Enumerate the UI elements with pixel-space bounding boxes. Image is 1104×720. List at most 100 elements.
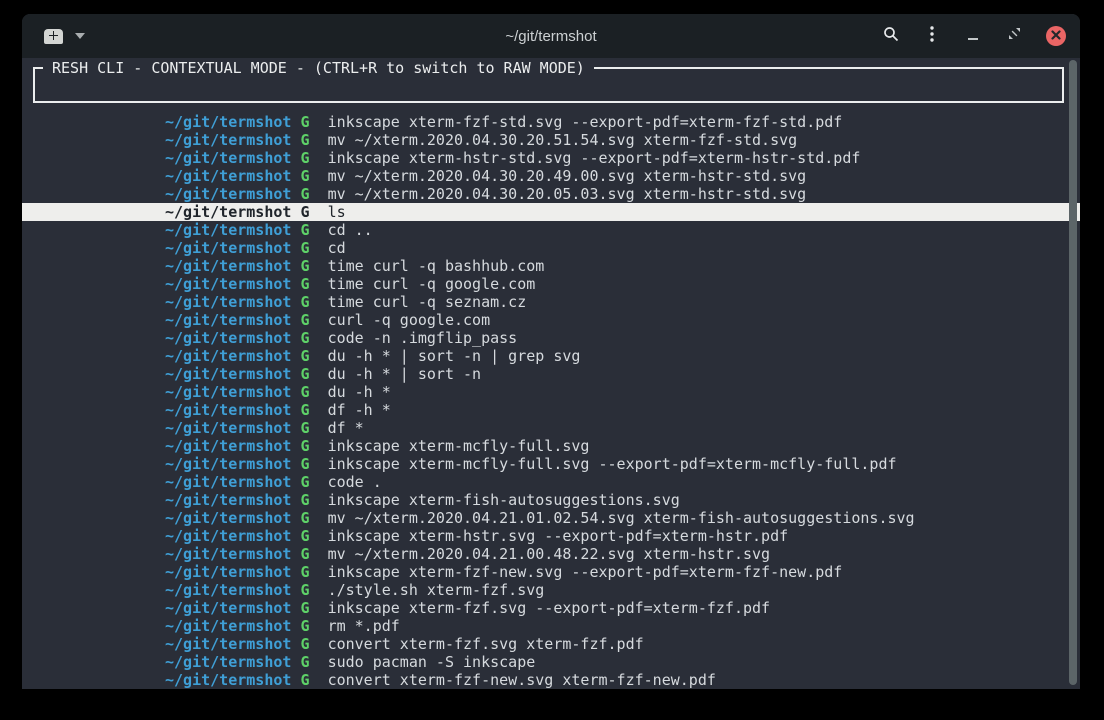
history-command: inkscape xterm-fzf-std.svg --export-pdf=… — [328, 113, 843, 131]
search-button[interactable] — [882, 27, 900, 45]
history-row[interactable]: ~/git/termshot G inkscape xterm-fzf-new.… — [22, 563, 1080, 581]
history-path: ~/git/termshot — [165, 653, 291, 671]
history-path: ~/git/termshot — [165, 275, 291, 293]
restore-button[interactable] — [1005, 27, 1023, 45]
history-row[interactable]: ~/git/termshot G mv ~/xterm.2020.04.30.2… — [22, 131, 1080, 149]
history-path: ~/git/termshot — [165, 509, 291, 527]
history-row[interactable]: ~/git/termshot G du -h * — [22, 383, 1080, 401]
git-flag: G — [291, 437, 327, 455]
history-row[interactable]: ~/git/termshot G ls — [22, 203, 1080, 221]
git-flag: G — [291, 113, 327, 131]
history-command: convert xterm-fzf-new.svg xterm-fzf-new.… — [328, 671, 716, 689]
history-row[interactable]: ~/git/termshot G mv ~/xterm.2020.04.21.0… — [22, 545, 1080, 563]
close-button[interactable] — [1046, 26, 1066, 46]
history-row[interactable]: ~/git/termshot G inkscape xterm-fish-aut… — [22, 491, 1080, 509]
history-row[interactable]: ~/git/termshot G time curl -q google.com — [22, 275, 1080, 293]
git-flag: G — [291, 203, 327, 221]
history-command: code -n .imgflip_pass — [328, 329, 518, 347]
git-flag: G — [291, 293, 327, 311]
history-path: ~/git/termshot — [165, 131, 291, 149]
chevron-down-icon[interactable] — [75, 33, 85, 39]
history-path: ~/git/termshot — [165, 671, 291, 689]
history-row[interactable]: ~/git/termshot G df -h * — [22, 401, 1080, 419]
history-path: ~/git/termshot — [165, 491, 291, 509]
history-path: ~/git/termshot — [165, 563, 291, 581]
history-path: ~/git/termshot — [165, 257, 291, 275]
history-row[interactable]: ~/git/termshot G mv ~/xterm.2020.04.30.2… — [22, 167, 1080, 185]
history-command: time curl -q bashhub.com — [328, 257, 545, 275]
history-command: mv ~/xterm.2020.04.30.20.49.00.svg xterm… — [328, 167, 807, 185]
history-command: curl -q google.com — [328, 311, 491, 329]
history-command: ls — [328, 203, 346, 221]
history-row[interactable]: ~/git/termshot G cd .. — [22, 221, 1080, 239]
git-flag: G — [291, 527, 327, 545]
git-flag: G — [291, 635, 327, 653]
history-row[interactable]: ~/git/termshot G inkscape xterm-fzf-std.… — [22, 113, 1080, 131]
search-icon — [883, 26, 899, 47]
restore-icon — [1008, 27, 1021, 45]
history-row[interactable]: ~/git/termshot G inkscape xterm-mcfly-fu… — [22, 437, 1080, 455]
history-row[interactable]: ~/git/termshot G df * — [22, 419, 1080, 437]
titlebar: ~/git/termshot — [22, 14, 1080, 58]
history-command: mv ~/xterm.2020.04.21.00.48.22.svg xterm… — [328, 545, 771, 563]
history-path: ~/git/termshot — [165, 455, 291, 473]
git-flag: G — [291, 581, 327, 599]
history-list: ~/git/termshot G inkscape xterm-fzf-std.… — [22, 113, 1080, 689]
history-row[interactable]: ~/git/termshot G du -h * | sort -n — [22, 365, 1080, 383]
git-flag: G — [291, 473, 327, 491]
history-path: ~/git/termshot — [165, 383, 291, 401]
history-command: inkscape xterm-fzf-new.svg --export-pdf=… — [328, 563, 843, 581]
scrollbar-thumb[interactable] — [1069, 60, 1077, 685]
git-flag: G — [291, 455, 327, 473]
new-tab-button[interactable] — [44, 29, 63, 44]
history-row[interactable]: ~/git/termshot G inkscape xterm-mcfly-fu… — [22, 455, 1080, 473]
resh-header-box: RESH CLI - CONTEXTUAL MODE - (CTRL+R to … — [33, 67, 1064, 103]
history-row[interactable]: ~/git/termshot G cd — [22, 239, 1080, 257]
history-path: ~/git/termshot — [165, 437, 291, 455]
menu-button[interactable] — [923, 27, 941, 45]
history-row[interactable]: ~/git/termshot G mv ~/xterm.2020.04.30.2… — [22, 185, 1080, 203]
history-command: cd .. — [328, 221, 373, 239]
history-command: inkscape xterm-hstr-std.svg --export-pdf… — [328, 149, 861, 167]
close-icon — [1051, 27, 1061, 45]
history-row[interactable]: ~/git/termshot G time curl -q seznam.cz — [22, 293, 1080, 311]
history-path: ~/git/termshot — [165, 185, 291, 203]
history-row[interactable]: ~/git/termshot G convert xterm-fzf.svg x… — [22, 635, 1080, 653]
git-flag: G — [291, 257, 327, 275]
kebab-menu-icon — [930, 26, 934, 47]
history-row[interactable]: ~/git/termshot G code . — [22, 473, 1080, 491]
git-flag: G — [291, 671, 327, 689]
git-flag: G — [291, 491, 327, 509]
git-flag: G — [291, 383, 327, 401]
history-row[interactable]: ~/git/termshot G code -n .imgflip_pass — [22, 329, 1080, 347]
minimize-button[interactable] — [964, 27, 982, 45]
git-flag: G — [291, 329, 327, 347]
history-row[interactable]: ~/git/termshot G curl -q google.com — [22, 311, 1080, 329]
git-flag: G — [291, 509, 327, 527]
history-row[interactable]: ~/git/termshot G du -h * | sort -n | gre… — [22, 347, 1080, 365]
history-row[interactable]: ~/git/termshot G time curl -q bashhub.co… — [22, 257, 1080, 275]
history-row[interactable]: ~/git/termshot G mv ~/xterm.2020.04.21.0… — [22, 509, 1080, 527]
history-command: df -h * — [328, 401, 391, 419]
git-flag: G — [291, 401, 327, 419]
history-command: du -h * | sort -n — [328, 365, 482, 383]
git-flag: G — [291, 311, 327, 329]
history-path: ~/git/termshot — [165, 401, 291, 419]
resh-search-input[interactable] — [41, 75, 1056, 93]
history-command: inkscape xterm-mcfly-full.svg --export-p… — [328, 455, 897, 473]
history-row[interactable]: ~/git/termshot G convert xterm-fzf-new.s… — [22, 671, 1080, 689]
history-row[interactable]: ~/git/termshot G sudo pacman -S inkscape — [22, 653, 1080, 671]
history-row[interactable]: ~/git/termshot G ./style.sh xterm-fzf.sv… — [22, 581, 1080, 599]
history-row[interactable]: ~/git/termshot G rm *.pdf — [22, 617, 1080, 635]
terminal-window: ~/git/termshot — [22, 14, 1080, 689]
history-path: ~/git/termshot — [165, 167, 291, 185]
git-flag: G — [291, 419, 327, 437]
history-command: convert xterm-fzf.svg xterm-fzf.pdf — [328, 635, 644, 653]
history-command: inkscape xterm-hstr.svg --export-pdf=xte… — [328, 527, 789, 545]
history-row[interactable]: ~/git/termshot G inkscape xterm-fzf.svg … — [22, 599, 1080, 617]
history-path: ~/git/termshot — [165, 545, 291, 563]
history-row[interactable]: ~/git/termshot G inkscape xterm-hstr.svg… — [22, 527, 1080, 545]
history-row[interactable]: ~/git/termshot G inkscape xterm-hstr-std… — [22, 149, 1080, 167]
history-path: ~/git/termshot — [165, 329, 291, 347]
history-path: ~/git/termshot — [165, 149, 291, 167]
